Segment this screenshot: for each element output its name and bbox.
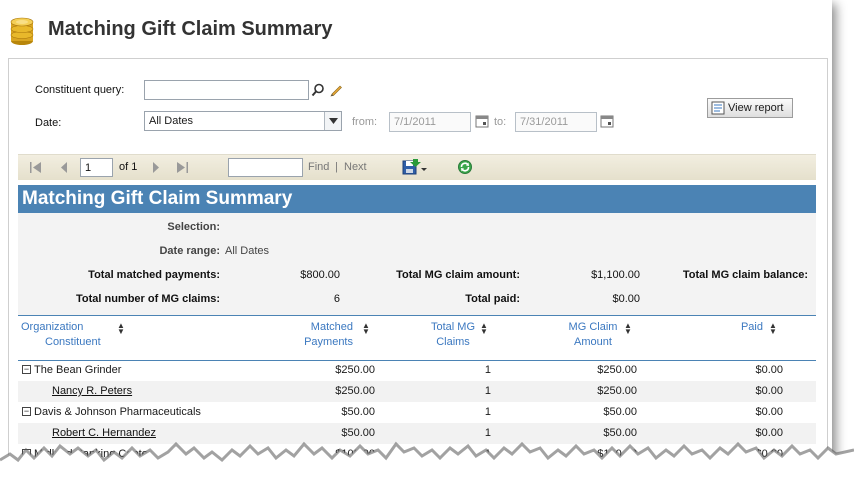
row-paid: $0.00 (755, 364, 783, 376)
find-input[interactable] (228, 158, 303, 177)
column-mg-claim-amount[interactable]: MG Claim Amount (558, 320, 628, 350)
column-paid[interactable]: Paid (718, 320, 763, 335)
column-organization-line1: Organization (21, 321, 84, 333)
row-matched: $50.00 (341, 406, 375, 418)
column-amount-line1: MG Claim (568, 321, 618, 333)
total-matched-payments-value: $800.00 (300, 269, 340, 281)
row-claims: 1 (484, 385, 491, 397)
date-select-value: All Dates (149, 115, 194, 127)
report-panel: Constituent query: Date: All Dates from:… (8, 58, 828, 480)
toolbar-separator: | (335, 161, 338, 173)
row-amount: $50.00 (603, 406, 637, 418)
date-select[interactable]: All Dates (144, 111, 342, 131)
row-paid: $0.00 (755, 385, 783, 397)
title-bar: Matching Gift Claim Summary (0, 0, 832, 60)
row-claims: 1 (484, 406, 491, 418)
column-total-line1: Total MG (430, 321, 475, 333)
to-label: to: (494, 116, 507, 128)
next-page-icon[interactable] (152, 162, 160, 173)
save-export-icon[interactable] (402, 159, 428, 175)
column-total-line2: Claims (436, 336, 470, 348)
row-name-link[interactable]: Nancy R. Peters (52, 385, 132, 397)
total-paid-label: Total paid: (465, 293, 520, 305)
magnifier-icon[interactable] (309, 81, 327, 99)
date-range-value: All Dates (225, 245, 270, 257)
total-mg-claim-amount-label: Total MG claim amount: (396, 269, 520, 281)
total-matched-payments-label: Total matched payments: (88, 269, 220, 281)
column-amount-line2: Amount (574, 336, 612, 348)
sort-icon[interactable]: ▲ ▼ (769, 322, 777, 336)
row-claims: 1 (484, 364, 491, 376)
sort-icon[interactable]: ▲ ▼ (624, 322, 632, 336)
report-summary: Selection: Date range: All Dates Total m… (18, 213, 816, 315)
collapse-icon[interactable]: − (22, 407, 31, 416)
view-report-button[interactable]: View report (707, 98, 793, 118)
row-matched: $250.00 (335, 364, 375, 376)
sort-icon[interactable]: ▲ ▼ (362, 322, 370, 336)
report-window: Matching Gift Claim Summary Constituent … (0, 0, 832, 480)
row-matched: $250.00 (335, 385, 375, 397)
constituent-query-input[interactable] (144, 80, 309, 100)
total-mg-claim-balance-label: Total MG claim balance: (682, 269, 808, 281)
find-link[interactable]: Find (308, 161, 329, 173)
collapse-icon[interactable]: − (22, 365, 31, 374)
total-number-claims-label: Total number of MG claims: (75, 293, 220, 305)
pencil-icon[interactable] (327, 81, 345, 99)
torn-edge (0, 441, 854, 494)
calendar-icon[interactable] (473, 112, 491, 130)
column-organization-line2: Constituent (45, 336, 101, 348)
page-title: Matching Gift Claim Summary (48, 18, 333, 40)
row-amount: $250.00 (597, 385, 637, 397)
row-amount: $250.00 (597, 364, 637, 376)
first-page-icon[interactable] (30, 162, 42, 173)
report-title: Matching Gift Claim Summary (18, 185, 816, 213)
table-row: − The Bean Grinder $250.00 1 $250.00 $0.… (18, 360, 816, 381)
constituent-query-label: Constituent query: (35, 84, 125, 96)
report-toolbar: 1 of 1 Find | Next (18, 154, 816, 180)
calendar-icon[interactable] (598, 112, 616, 130)
refresh-icon[interactable] (457, 159, 473, 175)
total-paid-value: $0.00 (612, 293, 640, 305)
date-range-label: Date range: (159, 245, 220, 257)
row-name: The Bean Grinder (34, 364, 122, 376)
column-organization[interactable]: Organization Constituent (21, 320, 101, 350)
table-row: − Davis & Johnson Pharmaceuticals $50.00… (18, 402, 816, 423)
last-page-icon[interactable] (176, 162, 188, 173)
table-row: Nancy R. Peters $250.00 1 $250.00 $0.00 (18, 381, 816, 402)
report-icon (711, 101, 725, 115)
to-date-input[interactable]: 7/31/2011 (515, 112, 597, 132)
date-label: Date: (35, 117, 62, 129)
column-headers: Organization Constituent ▲ ▼ Matched Paym… (18, 315, 816, 361)
column-matched-payments[interactable]: Matched Payments (278, 320, 353, 350)
next-link[interactable]: Next (344, 161, 367, 173)
from-label: from: (352, 116, 378, 128)
column-total-mg-claims[interactable]: Total MG Claims (423, 320, 483, 350)
column-matched-line2: Payments (304, 336, 353, 348)
sort-icon[interactable]: ▲ ▼ (480, 322, 488, 336)
page-count: of 1 (119, 161, 138, 173)
total-number-claims-value: 6 (333, 293, 340, 305)
total-mg-claim-amount-value: $1,100.00 (591, 269, 640, 281)
page-number-input[interactable]: 1 (80, 158, 113, 177)
sort-icon[interactable]: ▲ ▼ (117, 322, 125, 336)
from-date-input[interactable]: 7/1/2011 (389, 112, 471, 132)
row-paid: $0.00 (755, 406, 783, 418)
selection-label: Selection: (167, 221, 220, 233)
view-report-label: View report (728, 102, 784, 114)
coins-icon (10, 17, 34, 45)
column-matched-line1: Matched (310, 321, 353, 333)
row-name: Davis & Johnson Pharmaceuticals (34, 406, 201, 418)
previous-page-icon[interactable] (60, 162, 68, 173)
chevron-down-icon[interactable] (324, 112, 341, 130)
